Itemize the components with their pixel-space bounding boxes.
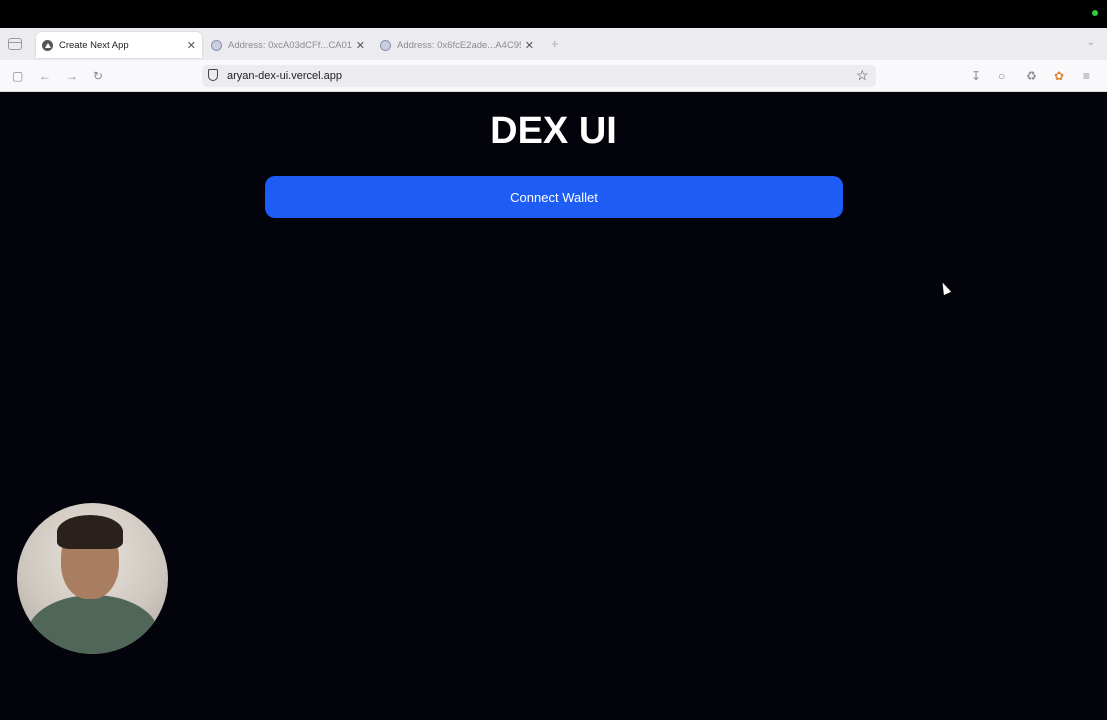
- sidebar-icon[interactable]: ▢: [12, 69, 23, 83]
- nextjs-icon: [42, 39, 53, 51]
- tab-label: Address: 0xcA03dCFf...CA01d9: [228, 39, 352, 51]
- webcam-overlay: [17, 503, 168, 654]
- downloads-icon[interactable]: ↧: [971, 69, 981, 83]
- page-content: DEX UI Connect Wallet: [0, 92, 1107, 720]
- reload-icon[interactable]: ↻: [93, 69, 103, 83]
- tab-label: Address: 0x6fcE2ade...A4C95E: [397, 39, 521, 51]
- extensions-icon[interactable]: ♻: [1026, 69, 1037, 83]
- os-top-bar: [0, 0, 1107, 28]
- tab-label: Create Next App: [59, 39, 129, 51]
- close-icon[interactable]: ✕: [525, 39, 534, 52]
- sidebar-toggle-icon[interactable]: [8, 38, 22, 50]
- forward-arrow-icon[interactable]: →: [66, 69, 78, 83]
- recording-indicator-icon: [1092, 10, 1098, 16]
- bookmark-star-icon[interactable]: ☆: [856, 67, 869, 84]
- person-shoulders: [27, 595, 159, 654]
- page-title: DEX UI: [490, 110, 617, 152]
- shield-icon[interactable]: [208, 69, 218, 81]
- tab-address-2[interactable]: Address: 0x6fcE2ade...A4C95E ✕: [374, 32, 540, 58]
- etherscan-icon: [211, 39, 222, 51]
- account-icon[interactable]: ○: [998, 69, 1005, 83]
- url-text[interactable]: aryan-dex-ui.vercel.app: [227, 70, 342, 82]
- close-icon[interactable]: ✕: [356, 39, 365, 52]
- menu-icon[interactable]: ≡: [1083, 69, 1090, 83]
- new-tab-button[interactable]: +: [551, 36, 559, 51]
- close-icon[interactable]: ✕: [187, 39, 196, 52]
- fox-extension-icon[interactable]: ✿: [1054, 69, 1064, 83]
- person-hair: [57, 515, 123, 549]
- connect-wallet-button[interactable]: Connect Wallet: [265, 176, 843, 218]
- etherscan-icon: [380, 39, 391, 51]
- tab-address-1[interactable]: Address: 0xcA03dCFf...CA01d9 ✕: [205, 32, 371, 58]
- tab-create-next-app[interactable]: Create Next App ✕: [36, 32, 202, 58]
- back-arrow-icon[interactable]: ←: [39, 69, 51, 83]
- tab-list-chevron-icon[interactable]: ⌄: [1087, 37, 1095, 48]
